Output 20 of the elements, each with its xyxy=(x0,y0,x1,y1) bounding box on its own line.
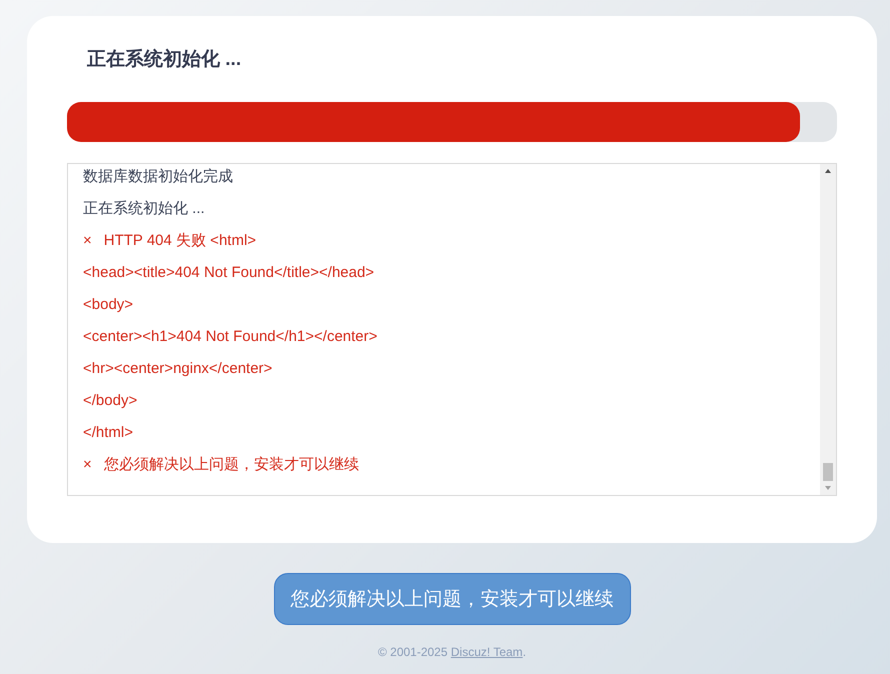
log-line: <head><title>404 Not Found</title></head> xyxy=(83,264,374,280)
error-mark: × xyxy=(83,232,92,248)
team-link[interactable]: Discuz! Team xyxy=(450,645,523,659)
log-line: </html> xyxy=(83,424,134,440)
log-line: HTTP 404 失败 <html> xyxy=(104,230,256,250)
scrollbar[interactable] xyxy=(820,164,836,495)
copyright-text: © 2001-2025 Discuz! Team. xyxy=(378,645,526,659)
log-line: </body> xyxy=(83,392,138,408)
error-mark: × xyxy=(83,456,92,472)
panel-title: 正在系统初始化 ... xyxy=(87,48,242,72)
scroll-up-icon[interactable] xyxy=(825,169,831,173)
scroll-thumb[interactable] xyxy=(823,463,833,481)
action-button[interactable]: 您必须解决以上问题，安装才可以继续 xyxy=(274,573,630,625)
log-line: 数据库数据初始化完成 xyxy=(83,166,233,186)
log-line: <hr><center>nginx</center> xyxy=(83,360,272,376)
log-line: <center><h1>404 Not Found</h1></center> xyxy=(83,328,378,344)
log-line: 您必须解决以上问题，安装才可以继续 xyxy=(104,454,359,474)
log-line: <body> xyxy=(83,296,134,312)
log-line: 正在系统初始化 ... xyxy=(83,198,205,218)
scroll-down-icon[interactable] xyxy=(825,486,831,490)
